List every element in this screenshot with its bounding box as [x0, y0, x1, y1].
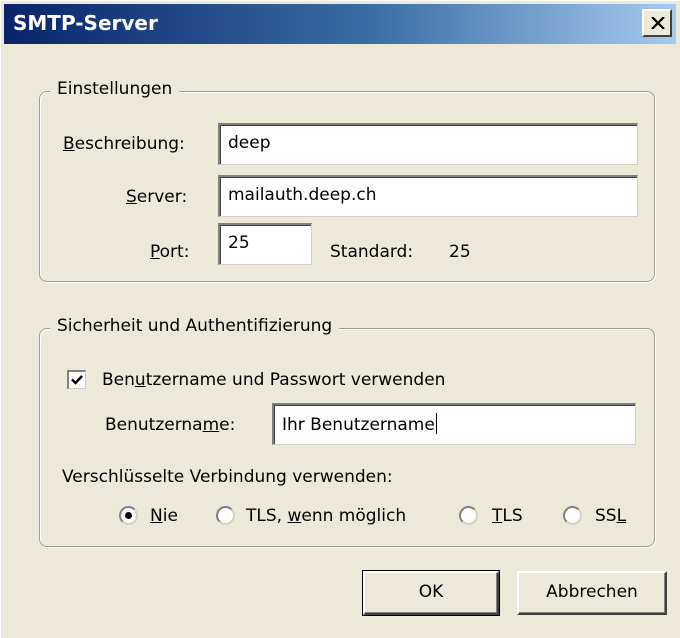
server-value: mailauth.deep.ch — [228, 185, 377, 205]
close-icon — [651, 17, 665, 29]
cancel-button[interactable]: Abbrechen — [517, 571, 667, 615]
radio-nie-label: Nie — [150, 506, 178, 526]
radio-selected-dot — [125, 512, 132, 519]
port-label: Port: — [150, 242, 190, 262]
use-auth-checkbox[interactable] — [67, 370, 86, 389]
encryption-label: Verschlüsselte Verbindung verwenden: — [62, 467, 393, 487]
port-input[interactable]: 25 — [218, 223, 312, 265]
text-caret — [435, 413, 437, 434]
security-legend: Sicherheit und Authentifizierung — [50, 316, 340, 336]
radio-tls-if-possible-label: TLS, wenn möglich — [246, 506, 407, 526]
server-label: Server: — [126, 187, 188, 207]
radio-nie[interactable] — [119, 506, 138, 525]
window-title: SMTP-Server — [13, 11, 158, 35]
port-default-value: 25 — [449, 242, 471, 262]
smtp-server-dialog: SMTP-Server Einstellungen Beschreibung: … — [0, 0, 680, 638]
title-bar[interactable]: SMTP-Server — [4, 4, 676, 44]
radio-ssl-label: SSL — [595, 506, 627, 526]
radio-ssl[interactable] — [563, 506, 582, 525]
checkmark-icon — [71, 375, 83, 385]
radio-tls-if-possible[interactable] — [216, 506, 235, 525]
username-value: Ihr Benutzername — [282, 415, 435, 435]
use-auth-label: Benutzername und Passwort verwenden — [102, 370, 446, 390]
username-input[interactable]: Ihr Benutzername — [272, 403, 636, 445]
username-label: Benutzername: — [105, 415, 236, 435]
description-input[interactable]: deep — [218, 123, 638, 165]
ok-button[interactable]: OK — [362, 570, 500, 616]
radio-tls[interactable] — [459, 506, 478, 525]
settings-legend: Einstellungen — [50, 79, 180, 99]
description-value: deep — [228, 133, 271, 153]
close-button[interactable] — [642, 9, 672, 37]
port-default-label: Standard: — [330, 242, 414, 262]
server-input[interactable]: mailauth.deep.ch — [218, 175, 638, 217]
description-label: Beschreibung: — [63, 134, 185, 154]
radio-tls-label: TLS — [492, 506, 523, 526]
port-value: 25 — [228, 233, 250, 253]
